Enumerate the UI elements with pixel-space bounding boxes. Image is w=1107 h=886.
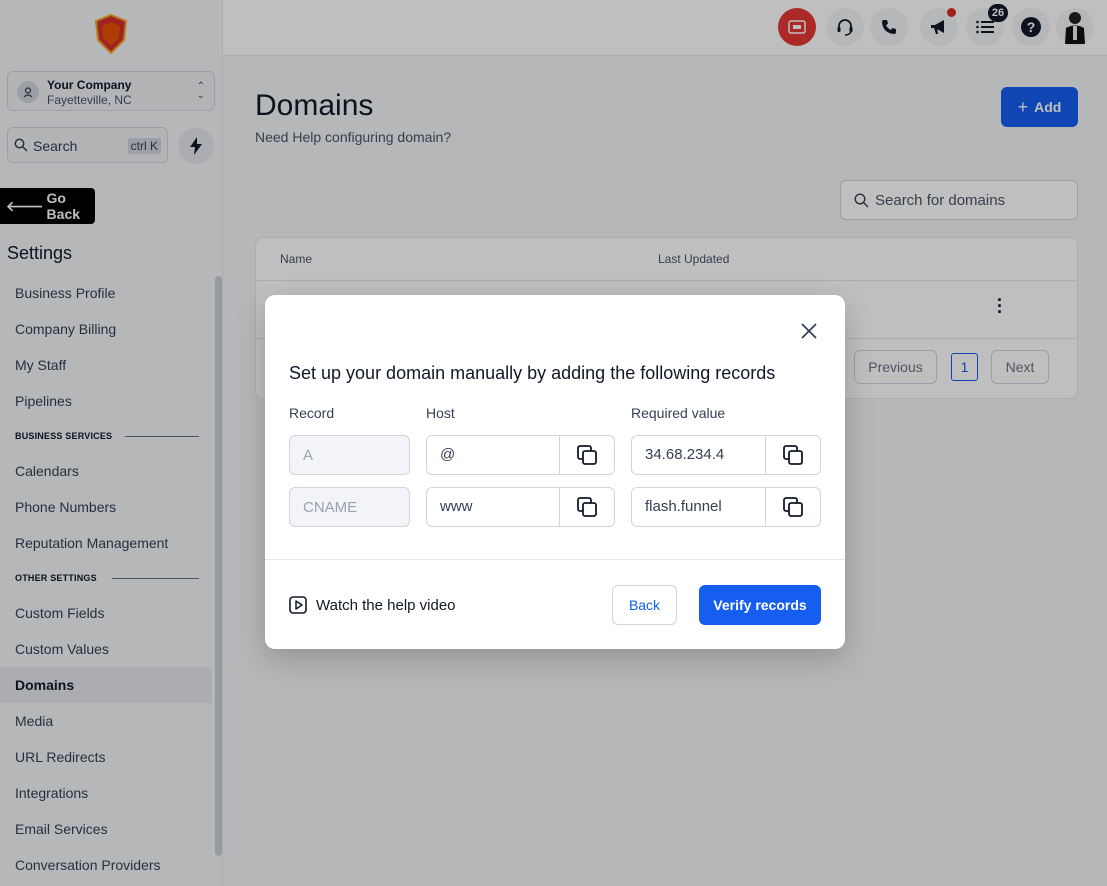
copy-host-button[interactable] (559, 436, 614, 474)
column-host: Host (426, 405, 455, 421)
required-value: 34.68.234.4 (645, 446, 725, 463)
help-video-label: Watch the help video (316, 596, 456, 614)
modal-divider (265, 559, 845, 560)
record-type-field: CNAME (289, 487, 410, 527)
required-value-field[interactable]: flash.funnel (631, 487, 821, 527)
record-type-field: A (289, 435, 410, 475)
copy-icon (577, 497, 597, 517)
modal-title: Set up your domain manually by adding th… (289, 363, 776, 383)
copy-value-button[interactable] (765, 436, 820, 474)
back-button[interactable]: Back (612, 585, 677, 625)
copy-value-button[interactable] (765, 488, 820, 526)
host-field[interactable]: @ (426, 435, 615, 475)
host-field[interactable]: www (426, 487, 615, 527)
verify-records-button[interactable]: Verify records (699, 585, 821, 625)
required-value-field[interactable]: 34.68.234.4 (631, 435, 821, 475)
dns-records-modal: Set up your domain manually by adding th… (265, 295, 845, 649)
close-icon[interactable] (799, 321, 819, 341)
copy-host-button[interactable] (559, 488, 614, 526)
copy-icon (577, 445, 597, 465)
host-value: @ (440, 446, 456, 463)
required-value: flash.funnel (645, 498, 722, 515)
column-required-value: Required value (631, 405, 726, 421)
play-video-icon (289, 596, 307, 614)
column-record: Record (289, 405, 335, 421)
help-video-link[interactable]: Watch the help video (289, 596, 456, 614)
copy-icon (783, 497, 803, 517)
host-value: www (440, 498, 473, 515)
copy-icon (783, 445, 803, 465)
